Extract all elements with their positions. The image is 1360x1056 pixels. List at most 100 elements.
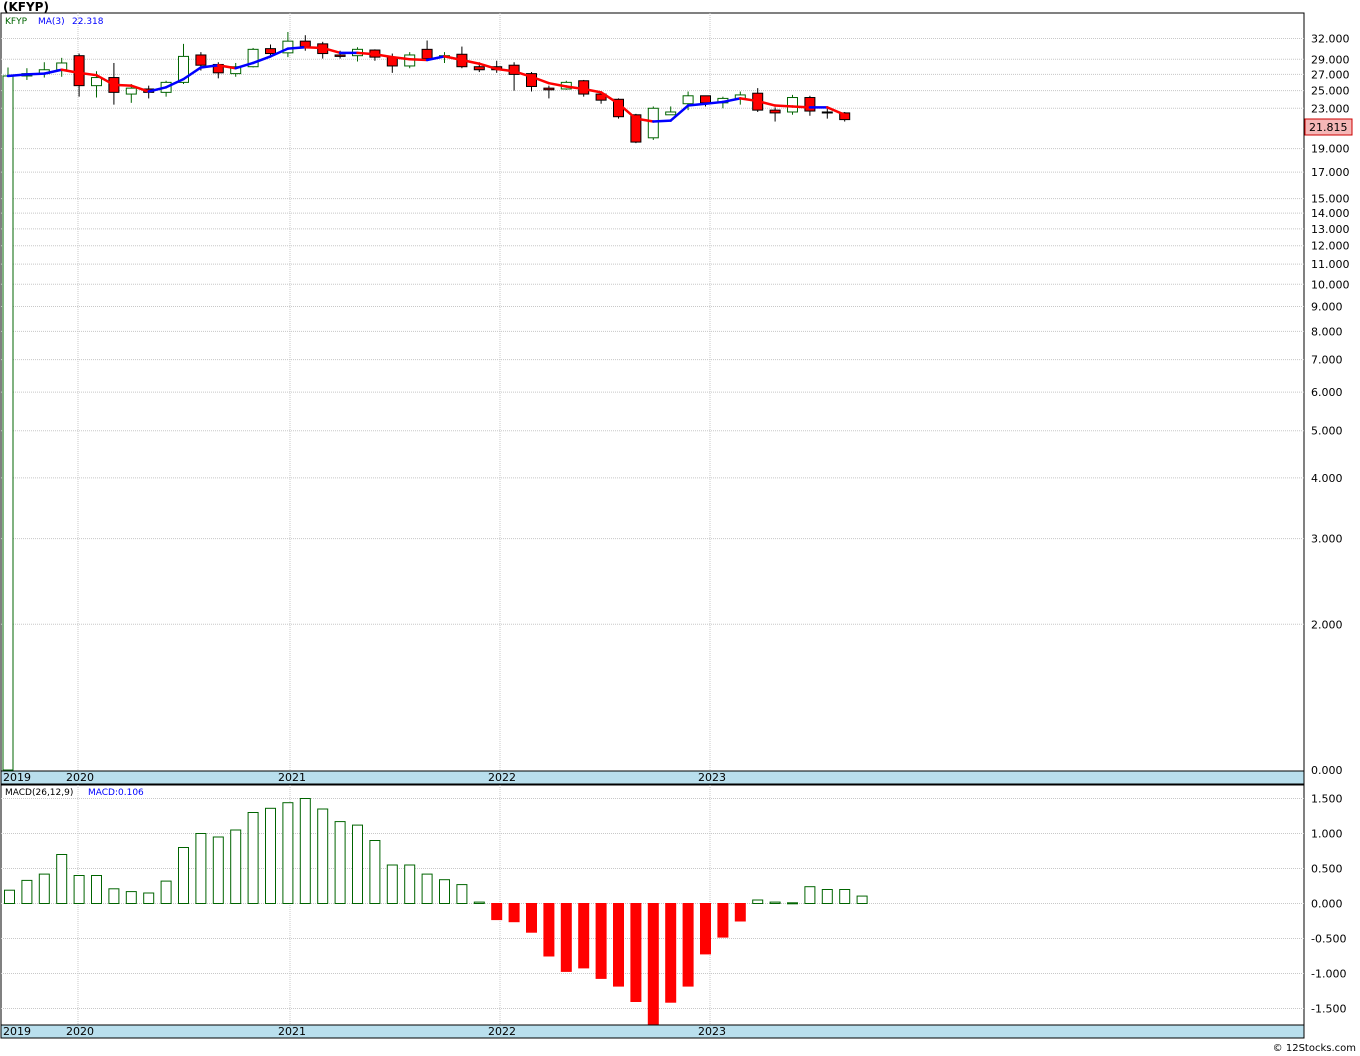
price-tick-label: 27.000 (1311, 68, 1350, 81)
price-tick-label: 8.000 (1311, 325, 1343, 338)
macd-bar (230, 829, 242, 904)
ma-segment (652, 119, 672, 123)
symbol-label: KFYP (5, 17, 28, 27)
macd-bar (91, 875, 102, 904)
x-tick-label: 2021 (278, 1025, 306, 1038)
macd-tick-label: 1.000 (1311, 828, 1343, 841)
candle-body (473, 66, 485, 71)
candle-body (265, 48, 276, 55)
price-tick-label: 29.000 (1311, 53, 1350, 66)
price-tick-label: 6.000 (1311, 386, 1343, 399)
macd-bar (578, 903, 590, 969)
price-tick-label: 15.000 (1311, 193, 1350, 206)
macd-bar (647, 903, 659, 1025)
macd-tick-label: 1.500 (1311, 793, 1343, 806)
ma-segment (112, 83, 133, 87)
x-tick-label: 2020 (66, 1025, 94, 1038)
macd-bar (665, 903, 677, 1003)
candle-body (195, 54, 207, 66)
macd-bar (386, 864, 398, 904)
x-tick-label: 2023 (698, 1025, 726, 1038)
price-tick-label: 19.000 (1311, 143, 1350, 156)
macd-bar (108, 888, 120, 904)
macd-bar (560, 903, 572, 972)
macd-bar (404, 864, 416, 904)
macd-bar (265, 807, 276, 904)
price-tick-label: 10.000 (1311, 278, 1350, 291)
candle-body (665, 111, 677, 116)
candle-body (682, 95, 694, 105)
macd-bar (613, 903, 624, 987)
price-tick-label: 4.000 (1311, 472, 1343, 485)
ma-segment (6, 73, 29, 78)
macd-bar (247, 812, 259, 904)
price-tick-label: 7.000 (1311, 354, 1343, 367)
candle-body (804, 97, 816, 112)
stock-chart: 32.000 29.000 27.000 25.000 23.000 19.000 17.0… (0, 12, 1353, 1039)
macd-bar (299, 798, 311, 904)
macd-bar (595, 903, 607, 979)
ma-segment (25, 72, 46, 76)
price-tick-label: 25.000 (1311, 85, 1350, 98)
ma-label: MA(3) (38, 17, 65, 27)
macd-bar (439, 879, 450, 905)
x-tick-label: 2020 (66, 771, 94, 784)
ma-segment (356, 51, 377, 56)
x-tick-label: 2021 (278, 771, 306, 784)
last-price-label: 21.815 (1309, 121, 1348, 134)
macd-bar (73, 875, 85, 904)
macd-bar (473, 901, 485, 904)
macd-bar (56, 854, 68, 904)
macd-bar (804, 886, 816, 905)
ma-segment (773, 104, 794, 108)
x-tick-label: 2023 (698, 771, 726, 784)
candle-body (299, 40, 311, 48)
price-tick-label: 5.000 (1311, 425, 1343, 438)
candle-body (2, 75, 14, 771)
ma-segment (704, 100, 725, 105)
macd-bar (752, 899, 764, 904)
price-tick-label: 9.000 (1311, 301, 1343, 314)
macd-bar (125, 891, 137, 904)
macd-bar (38, 873, 50, 904)
macd-bar (160, 880, 172, 904)
macd-tick-label: -0.500 (1311, 933, 1346, 946)
price-tick-label: 17.000 (1311, 166, 1350, 179)
macd-bar (839, 889, 851, 904)
macd-tick-label: 0.500 (1311, 863, 1343, 876)
macd-bar (4, 889, 15, 905)
macd-bar (421, 873, 433, 904)
ma-segment (791, 105, 812, 109)
macd-bar (856, 895, 868, 905)
x-tick-label: 2022 (488, 771, 516, 784)
macd-bar (734, 903, 746, 922)
price-tick-label: 0.000 (1311, 764, 1343, 777)
candle-body (91, 77, 102, 87)
macd-bar (352, 824, 363, 904)
x-tick-label: 2022 (488, 1025, 516, 1038)
macd-tick-label: -1.000 (1311, 968, 1346, 981)
macd-label: MACD(26,12,9) (5, 788, 73, 798)
macd-bar (178, 847, 189, 904)
ma-value-label: 22.318 (72, 17, 104, 27)
macd-bar (700, 903, 711, 955)
macd-bar (769, 901, 781, 904)
candle-body (421, 48, 433, 60)
candle-body (334, 54, 346, 57)
price-tick-label: 14.000 (1311, 207, 1350, 220)
macd-tick-label: 0.000 (1311, 898, 1343, 911)
macd-bar (212, 836, 224, 904)
macd-bar (821, 889, 833, 904)
price-y-axis: 32.000 29.000 27.000 25.000 23.000 19.000 17.0… (1311, 33, 1350, 778)
x-tick-label: 2019 (3, 1025, 31, 1038)
macd-bar (682, 903, 694, 987)
macd-bar (195, 833, 207, 904)
macd-bar (717, 903, 729, 938)
x-axis-band-bottom (0, 1024, 1305, 1039)
price-tick-label: 13.000 (1311, 223, 1350, 236)
x-tick-label: 2019 (3, 771, 31, 784)
macd-bar (630, 903, 642, 1002)
x-axis-band-top (0, 770, 1305, 785)
macd-bar (787, 902, 798, 905)
macd-bar (456, 884, 468, 904)
